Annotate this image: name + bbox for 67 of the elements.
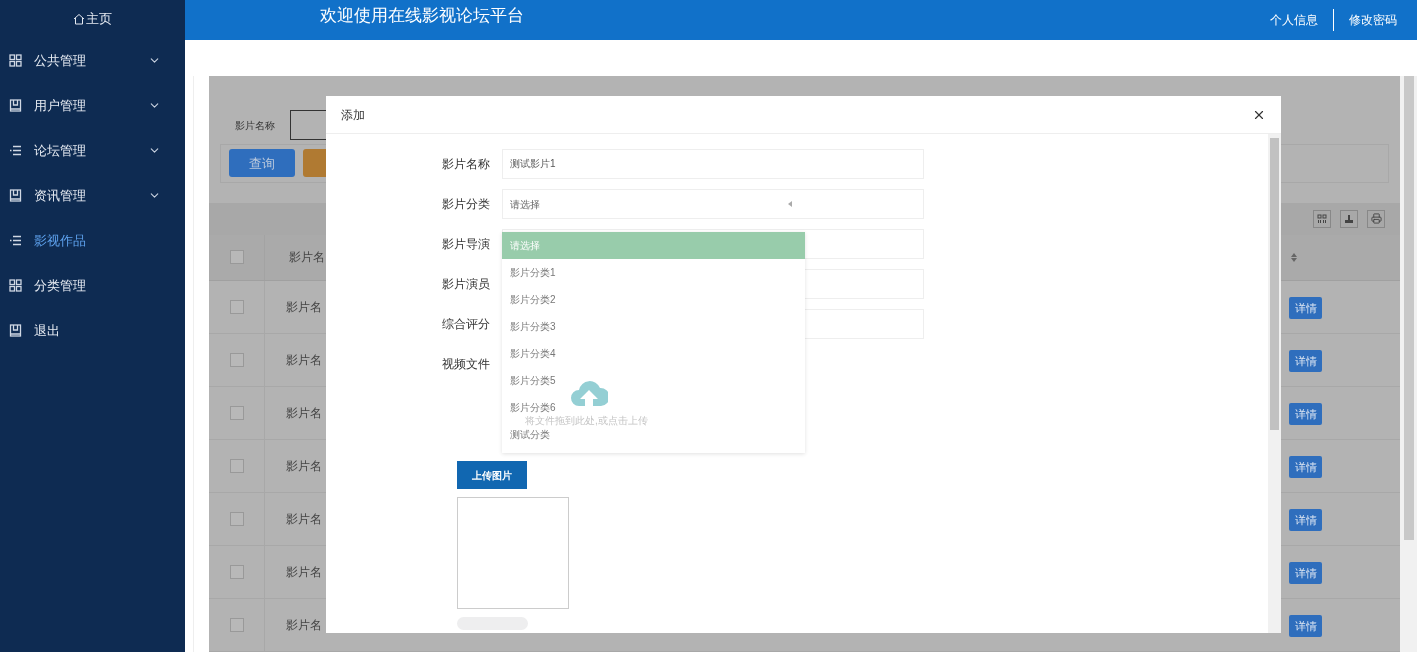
details-button[interactable]: 详情 (1289, 509, 1322, 532)
sidebar-item[interactable]: 资讯管理 (0, 173, 185, 218)
header-link[interactable]: 修改密码 (1349, 11, 1397, 29)
table-cell-text: 影片名 (285, 458, 322, 475)
sidebar-item[interactable]: 公共管理 (0, 38, 185, 83)
sidebar-item[interactable]: 退出 (0, 308, 185, 353)
details-button[interactable]: 详情 (1289, 350, 1322, 373)
table-cell-text: 影片名 (285, 564, 322, 581)
dropdown-option[interactable]: 影片分类3 (502, 320, 805, 334)
book-icon (9, 324, 22, 337)
field-label: 影片导演 (441, 236, 490, 253)
details-button[interactable]: 详情 (1289, 403, 1322, 426)
table-cell-text: 影片名 (285, 299, 322, 316)
details-button[interactable]: 详情 (1289, 297, 1322, 320)
sidebar-item[interactable]: 影视作品 (0, 218, 185, 263)
sidebar-item[interactable]: 分类管理 (0, 263, 185, 308)
dropdown-option[interactable]: 影片分类6 (502, 401, 805, 415)
book-icon (9, 99, 22, 112)
dropdown-option[interactable]: 影片分类4 (502, 347, 805, 361)
list-icon (9, 234, 22, 247)
home-icon (73, 13, 85, 25)
search-label: 影片名称 (235, 118, 275, 133)
details-button[interactable]: 详情 (1289, 456, 1322, 479)
grid-icon (9, 54, 22, 67)
checkbox[interactable] (229, 459, 244, 473)
export-icon[interactable] (1340, 209, 1358, 228)
checkbox[interactable] (229, 353, 244, 367)
dropdown-option[interactable]: 影片分类5 (502, 374, 805, 388)
sidebar-item[interactable]: 论坛管理 (0, 128, 185, 173)
book-icon (9, 189, 22, 202)
details-button[interactable]: 详情 (1289, 615, 1322, 638)
input-field[interactable]: 测试影片1 (502, 149, 924, 179)
checkbox[interactable] (229, 618, 244, 632)
dropdown-option[interactable]: 影片分类1 (502, 266, 805, 280)
sidebar-item[interactable]: 用户管理 (0, 83, 185, 128)
table-cell-text: 影片名 (285, 405, 322, 422)
dialog-title: 添加 (341, 106, 366, 124)
caret-icon (788, 201, 792, 207)
checkbox[interactable] (229, 565, 244, 579)
list-icon (9, 144, 22, 157)
dropdown-option[interactable]: 测试分类 (502, 428, 805, 442)
table-cell-text: 影片名 (285, 352, 322, 369)
page-title: 欢迎使用在线影视论坛平台 (320, 5, 525, 28)
table-cell-text: 影片名 (285, 617, 322, 634)
checkbox[interactable] (229, 406, 244, 420)
field-label: 影片分类 (441, 196, 490, 213)
column-header: 影片名 (288, 249, 325, 267)
columns-icon[interactable] (1313, 209, 1331, 228)
checkbox[interactable] (229, 250, 244, 265)
select-field[interactable]: 请选择 (502, 189, 924, 219)
header-link[interactable]: 个人信息 (1270, 11, 1318, 29)
field-label: 影片名称 (441, 156, 490, 173)
details-button[interactable]: 详情 (1289, 562, 1322, 585)
dropdown-option[interactable]: 影片分类2 (502, 293, 805, 307)
home-link[interactable]: 主页 (86, 9, 112, 29)
checkbox[interactable] (229, 512, 244, 526)
grid-icon (9, 279, 22, 292)
cloud-upload-icon (570, 380, 608, 406)
field-label: 影片演员 (441, 276, 490, 293)
upload-image-button[interactable]: 上传图片 (457, 461, 527, 489)
checkbox[interactable] (229, 300, 244, 314)
table-cell-text: 影片名 (285, 511, 322, 528)
search-button[interactable]: 查询 (229, 149, 295, 178)
field-label: 综合评分 (441, 316, 490, 333)
sort-icon[interactable] (1291, 252, 1297, 262)
field-label: 视频文件 (441, 356, 490, 373)
print-icon[interactable] (1367, 209, 1385, 228)
